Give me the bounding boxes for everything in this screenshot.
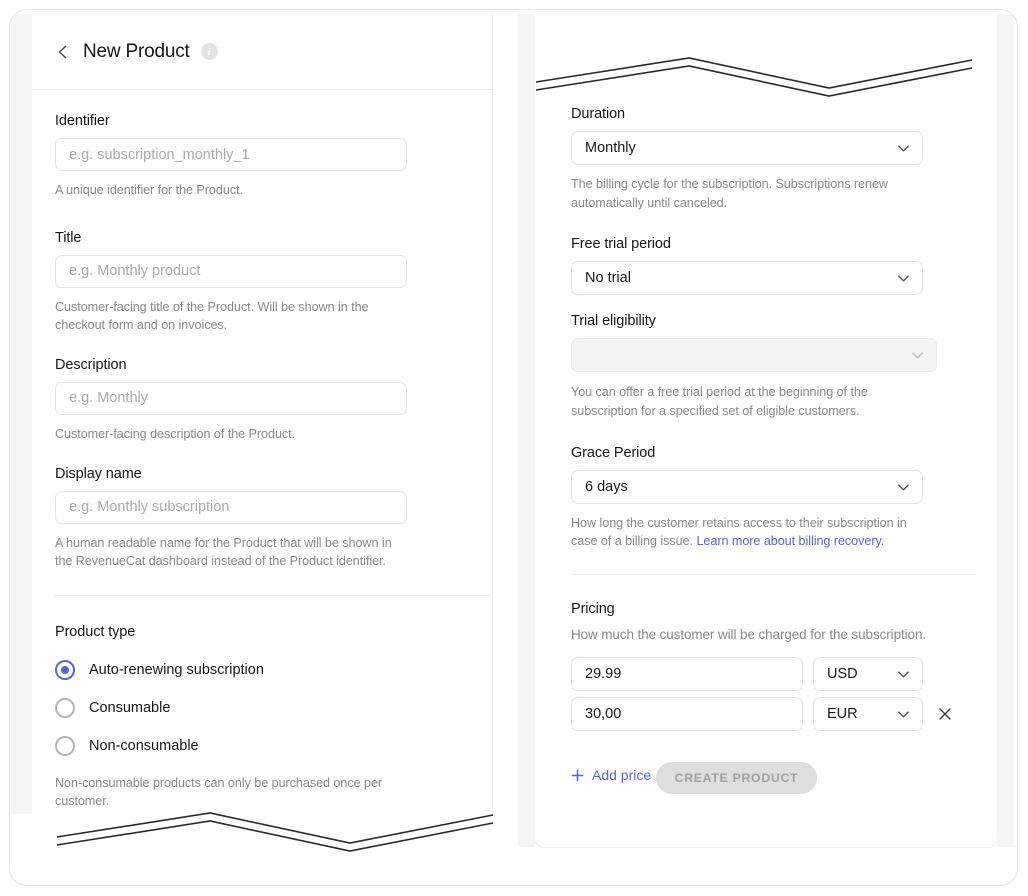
- grace-period-select[interactable]: 6 days: [571, 469, 923, 504]
- helper-description: Customer-facing description of the Produ…: [55, 426, 296, 441]
- field-product-type: Product type Auto-renewing subscription …: [55, 624, 492, 811]
- add-price-label: Add price: [592, 767, 652, 784]
- radio-auto-renewing-subscription[interactable]: Auto-renewing subscription: [55, 659, 492, 680]
- left-divider: [55, 594, 491, 596]
- currency-select-wrap-eur: EUR: [813, 696, 923, 731]
- right-form-body: Duration Monthly The billing cycle for t…: [571, 14, 997, 794]
- field-label-title: Title: [55, 229, 82, 246]
- page-title: New Product: [83, 40, 190, 62]
- billing-recovery-link[interactable]: Learn more about billing recovery.: [696, 534, 884, 548]
- helper-identifier: A unique identifier for the Product.: [55, 183, 243, 197]
- free-trial-select[interactable]: No trial: [571, 261, 923, 296]
- field-title: Title Customer-facing title of the Produ…: [55, 230, 492, 335]
- field-label-product-type: Product type: [55, 623, 136, 640]
- field-label-grace-period: Grace Period: [571, 444, 656, 461]
- price-row: EUR: [571, 696, 997, 731]
- helper-title: Customer-facing title of the Product. Wi…: [55, 299, 369, 333]
- helper-grace-period: How long the customer retains access to …: [571, 514, 923, 551]
- plus-icon: [571, 769, 584, 781]
- helper-trial-eligibility: You can offer a free trial period at the…: [571, 385, 868, 418]
- helper-product-type: Non-consumable products can only be purc…: [55, 775, 383, 809]
- radio-label-consumable: Consumable: [89, 699, 171, 716]
- new-product-panel-right: Duration Monthly The billing cycle for t…: [518, 14, 1014, 848]
- field-identifier: Identifier A unique identifier for the P…: [55, 113, 492, 200]
- currency-select-wrap-usd: USD: [813, 656, 923, 691]
- create-product-button[interactable]: CREATE PRODUCT: [655, 761, 818, 794]
- add-price-button[interactable]: Add price: [571, 767, 651, 783]
- helper-display-name: A human readable name for the Product th…: [55, 535, 392, 569]
- helper-duration: The billing cycle for the subscription. …: [571, 177, 888, 210]
- field-label-pricing: Pricing: [571, 600, 615, 617]
- field-duration: Duration Monthly The billing cycle for t…: [571, 106, 997, 212]
- helper-pricing: How much the customer will be charged fo…: [571, 626, 927, 642]
- field-description: Description Customer-facing description …: [55, 357, 492, 444]
- field-label-identifier: Identifier: [55, 113, 110, 129]
- left-form-body: Identifier A unique identifier for the P…: [55, 90, 492, 811]
- identifier-input[interactable]: [55, 138, 407, 171]
- currency-select-eur[interactable]: EUR: [813, 696, 923, 731]
- field-grace-period: Grace Period 6 days How long the custome…: [571, 445, 997, 551]
- radio-consumable[interactable]: Consumable: [55, 697, 492, 718]
- radio-non-consumable[interactable]: Non-consumable: [55, 735, 492, 756]
- free-trial-select-wrap: No trial: [571, 261, 923, 296]
- field-display-name: Display name A human readable name for t…: [55, 466, 492, 571]
- field-trial-eligibility: Trial eligibility You can offer a free t…: [571, 313, 997, 420]
- price-amount-input-usd[interactable]: [571, 656, 803, 691]
- radio-icon-selected[interactable]: [55, 659, 75, 680]
- field-pricing: Pricing How much the customer will be ch…: [571, 601, 997, 794]
- field-free-trial-period: Free trial period No trial: [571, 236, 997, 296]
- title-input[interactable]: [55, 254, 407, 288]
- display-name-input[interactable]: [55, 490, 407, 524]
- radio-icon-unselected[interactable]: [55, 697, 75, 718]
- trial-eligibility-select-wrap: [571, 338, 937, 373]
- description-input[interactable]: [55, 381, 407, 415]
- currency-select-usd[interactable]: USD: [813, 656, 923, 691]
- chevron-left-icon[interactable]: [55, 44, 71, 60]
- radio-icon-unselected[interactable]: [55, 735, 75, 756]
- app-card: New Product i Identifier A unique identi…: [9, 9, 1018, 886]
- close-icon[interactable]: [937, 706, 953, 722]
- new-product-panel-left: New Product i Identifier A unique identi…: [11, 14, 493, 814]
- field-label-duration: Duration: [571, 106, 626, 122]
- price-row: USD: [571, 656, 997, 691]
- grace-period-select-wrap: 6 days: [571, 469, 923, 504]
- duration-select-wrap: Monthly: [571, 131, 923, 165]
- trial-eligibility-select: [571, 338, 937, 373]
- price-amount-input-eur[interactable]: [571, 696, 803, 731]
- field-label-free-trial-period: Free trial period: [571, 236, 671, 253]
- radio-label-auto-renewing-subscription: Auto-renewing subscription: [89, 661, 264, 678]
- right-divider: [571, 573, 975, 575]
- duration-select[interactable]: Monthly: [571, 131, 923, 165]
- info-icon[interactable]: i: [200, 43, 218, 60]
- field-label-display-name: Display name: [55, 465, 142, 482]
- field-label-trial-eligibility: Trial eligibility: [571, 313, 656, 330]
- radio-label-non-consumable: Non-consumable: [89, 737, 199, 754]
- panel-header: New Product i: [32, 14, 492, 90]
- field-label-description: Description: [55, 356, 127, 373]
